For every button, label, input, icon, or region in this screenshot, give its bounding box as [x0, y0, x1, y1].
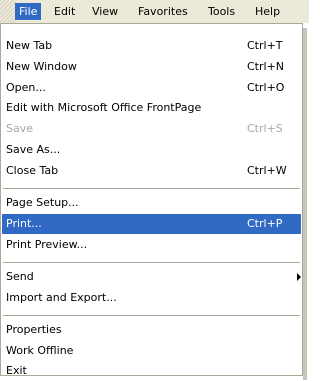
menu-edit[interactable]: Edit — [50, 3, 79, 20]
menu-item-label: Work Offline — [6, 344, 74, 357]
menu-item-label: Save As... — [6, 143, 61, 156]
menu-separator — [3, 262, 300, 263]
menu-file[interactable]: File — [15, 3, 42, 20]
menu-item-import-export[interactable]: Import and Export... — [2, 288, 301, 308]
menu-item-new-tab[interactable]: New Tab Ctrl+T — [2, 36, 301, 56]
menu-item-close-tab[interactable]: Close Tab Ctrl+W — [2, 161, 301, 181]
submenu-arrow-icon — [297, 273, 301, 281]
menu-item-label: Close Tab — [6, 164, 59, 177]
menu-item-label: Exit — [6, 364, 27, 377]
menu-item-label: Send — [6, 270, 34, 283]
menu-item-shortcut: Ctrl+W — [247, 164, 287, 177]
menu-item-label: Properties — [6, 323, 62, 336]
menu-item-label: New Window — [6, 60, 77, 73]
menu-bar: File Edit View Favorites Tools Help — [0, 0, 309, 23]
menu-separator — [3, 188, 300, 189]
menu-item-label: Print Preview... — [6, 238, 88, 251]
file-menu-dropdown: New Tab Ctrl+T New Window Ctrl+N Open...… — [0, 23, 307, 380]
menu-item-label: Import and Export... — [6, 291, 117, 304]
menu-item-send[interactable]: Send — [2, 267, 301, 287]
menu-item-print[interactable]: Print... Ctrl+P — [2, 214, 301, 234]
menu-item-page-setup[interactable]: Page Setup... — [2, 193, 301, 213]
menu-favorites[interactable]: Favorites — [134, 3, 192, 20]
menu-item-properties[interactable]: Properties — [2, 320, 301, 340]
menu-item-exit[interactable]: Exit — [2, 361, 301, 381]
menu-item-shortcut: Ctrl+N — [247, 60, 285, 73]
menu-item-save: Save Ctrl+S — [2, 119, 301, 139]
menu-item-label: Open... — [6, 81, 46, 94]
menu-item-print-preview[interactable]: Print Preview... — [2, 235, 301, 255]
menu-item-open[interactable]: Open... Ctrl+O — [2, 78, 301, 98]
menu-item-label: Print... — [6, 217, 42, 230]
menu-item-shortcut: Ctrl+S — [247, 122, 283, 135]
menu-item-shortcut: Ctrl+O — [247, 81, 285, 94]
menu-item-label: Edit with Microsoft Office FrontPage — [6, 101, 202, 114]
ie-file-menu-screenshot: File Edit View Favorites Tools Help New … — [0, 0, 309, 380]
menu-separator — [3, 315, 300, 316]
menu-view[interactable]: View — [88, 3, 122, 20]
menu-item-shortcut: Ctrl+P — [247, 217, 283, 230]
menu-tools[interactable]: Tools — [204, 3, 239, 20]
menu-help[interactable]: Help — [251, 3, 284, 20]
menu-item-edit-with-frontpage[interactable]: Edit with Microsoft Office FrontPage — [2, 98, 301, 118]
menu-item-new-window[interactable]: New Window Ctrl+N — [2, 57, 301, 77]
menu-item-shortcut: Ctrl+T — [247, 39, 283, 52]
menu-item-save-as[interactable]: Save As... — [2, 140, 301, 160]
menu-item-label: Save — [6, 122, 34, 135]
menu-item-label: New Tab — [6, 39, 53, 52]
menu-item-label: Page Setup... — [6, 196, 79, 209]
menu-item-work-offline[interactable]: Work Offline — [2, 341, 301, 361]
